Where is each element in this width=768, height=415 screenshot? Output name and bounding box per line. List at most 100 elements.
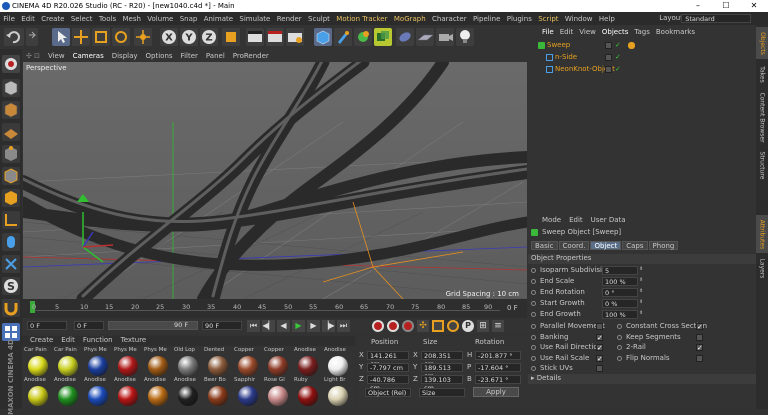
edges-mode-icon[interactable] [2, 167, 20, 185]
pla-key-icon[interactable]: ⊞ [477, 320, 489, 332]
material-swatch[interactable]: Anodise [174, 377, 202, 407]
auto-key-icon[interactable] [387, 320, 399, 332]
position-y-field[interactable]: -7.797 cm [367, 363, 409, 372]
side-tab-attributes[interactable]: Attributes [756, 215, 768, 253]
anim-dot-icon[interactable] [531, 268, 536, 273]
move-icon[interactable] [72, 28, 90, 46]
position-x-field[interactable]: 141.261 cm [367, 351, 409, 368]
checkbox-row[interactable]: 2-Rail ✓ [614, 343, 754, 353]
side-tab-takes[interactable]: Takes [756, 61, 768, 87]
texture-mode-icon[interactable] [2, 101, 20, 119]
anim-dot-icon[interactable] [531, 324, 536, 329]
menu-simulate[interactable]: Simulate [236, 15, 273, 23]
mograph-cloner-icon[interactable] [374, 28, 392, 46]
attr-tab-object[interactable]: Object [590, 241, 622, 250]
menu-pipeline[interactable]: Pipeline [470, 15, 504, 23]
menu-select[interactable]: Select [68, 15, 96, 23]
anim-dot-icon[interactable] [617, 345, 622, 350]
menu-volume[interactable]: Volume [144, 15, 176, 23]
position-z-field[interactable]: -40.786 cm [367, 375, 409, 392]
checkbox[interactable]: ✓ [596, 354, 603, 362]
pen-spline-icon[interactable] [334, 28, 352, 46]
menu-help[interactable]: Help [596, 15, 618, 23]
material-swatch[interactable]: Light Br [324, 377, 352, 407]
camera-icon[interactable] [436, 28, 454, 46]
attribute-value[interactable]: 100 % [602, 310, 638, 319]
material-swatch[interactable]: Copper [234, 347, 262, 377]
attr-tab-phong[interactable]: Phong [648, 241, 679, 250]
checkbox[interactable] [696, 333, 703, 341]
attr-menu-user-data[interactable]: User Data [591, 216, 626, 226]
start-frame-field[interactable]: 0 F [27, 321, 67, 330]
x-axis-icon[interactable]: X [160, 28, 178, 46]
param-key-icon[interactable]: P [462, 320, 474, 332]
menu-render[interactable]: Render [274, 15, 305, 23]
anim-dot-icon[interactable] [617, 334, 622, 340]
obj-tab-edit[interactable]: Edit [560, 28, 574, 38]
live-selection-icon[interactable] [134, 28, 152, 46]
material-swatch[interactable]: Anodise [54, 377, 82, 407]
prev-frame-icon[interactable]: ◀ [277, 320, 290, 332]
size-y-field[interactable]: 189.513 cm [421, 363, 463, 380]
rotation-b-field[interactable]: -23.671 ° [475, 375, 521, 384]
attr-tab-coord[interactable]: Coord. [558, 241, 590, 250]
viewport-icons[interactable]: ✣ ⊡ [22, 52, 44, 60]
redo-icon[interactable] [26, 28, 38, 46]
stepper-icon[interactable]: ⬍ [639, 266, 643, 272]
vmenu-view[interactable]: View [44, 52, 69, 60]
stepper-icon[interactable]: ⬍ [639, 277, 643, 283]
close-button[interactable]: ✕ [740, 0, 768, 12]
end-frame-field-b[interactable]: 90 F [202, 321, 242, 330]
stepper-icon[interactable]: ⬍ [639, 299, 643, 305]
move-key-icon[interactable]: ✣ [417, 320, 429, 332]
deformer-icon[interactable] [396, 28, 414, 46]
tag-icon[interactable] [628, 42, 635, 49]
material-swatch[interactable]: Ruby [294, 377, 322, 407]
viewport-3d[interactable]: Perspective Grid Spacing : 10 cm [23, 62, 527, 299]
attr-menu-edit[interactable]: Edit [569, 216, 583, 226]
checkbox-row[interactable]: Stick UVs [528, 364, 638, 374]
checkbox[interactable] [596, 365, 603, 372]
menu-mesh[interactable]: Mesh [119, 15, 144, 23]
checkbox-row[interactable]: Keep Segments [614, 333, 754, 343]
material-swatch[interactable]: Anodise [114, 377, 142, 407]
anim-dot-icon[interactable] [531, 366, 536, 371]
anim-dot-icon[interactable] [531, 279, 536, 284]
axis-mode-icon[interactable] [2, 211, 20, 229]
model-mode-icon[interactable] [2, 79, 20, 97]
vmenu-filter[interactable]: Filter [177, 52, 202, 60]
menu-character[interactable]: Character [429, 15, 470, 23]
material-swatch[interactable]: Car Pain [24, 347, 52, 377]
attribute-value[interactable]: 0 % [602, 299, 638, 308]
mat-menu-edit[interactable]: Edit [61, 336, 75, 346]
layout-select[interactable]: Standard [681, 14, 751, 23]
menu-animate[interactable]: Animate [201, 15, 237, 23]
menu-script[interactable]: Script [535, 15, 562, 23]
apply-button[interactable]: Apply [473, 387, 519, 397]
attribute-value[interactable]: 5 [602, 266, 638, 275]
size-z-field[interactable]: 139.103 cm [421, 375, 463, 392]
stepper-icon[interactable]: ⬍ [639, 288, 643, 294]
anim-dot-icon[interactable] [531, 334, 536, 340]
points-mode-icon[interactable] [2, 145, 20, 163]
side-tab-objects[interactable]: Objects [756, 27, 768, 59]
menu-snap[interactable]: Snap [177, 15, 201, 23]
scale-key-icon[interactable] [432, 320, 444, 332]
checkbox[interactable]: ✓ [596, 344, 603, 352]
object-item-nside[interactable]: n-Side ✓ [528, 53, 756, 63]
z-axis-icon[interactable]: Z [200, 28, 218, 46]
material-swatch[interactable]: Phys Me [114, 347, 142, 377]
mat-menu-create[interactable]: Create [30, 336, 53, 346]
current-frame-field[interactable]: 0 F [74, 321, 104, 330]
snap-icon[interactable] [2, 255, 20, 273]
material-swatch[interactable]: Phys Me [84, 347, 112, 377]
object-item-sweep[interactable]: Sweep ✓ [528, 41, 756, 51]
coordinate-system-icon[interactable] [222, 28, 240, 46]
attr-tab-basic[interactable]: Basic [531, 241, 558, 250]
rotation-p-field[interactable]: -17.604 ° [475, 363, 521, 372]
material-swatch[interactable]: Anodise [24, 377, 52, 407]
rotate-icon[interactable] [112, 28, 130, 46]
menu-edit[interactable]: Edit [18, 15, 38, 23]
checkbox[interactable] [696, 354, 703, 362]
magnet-icon[interactable] [2, 299, 20, 317]
